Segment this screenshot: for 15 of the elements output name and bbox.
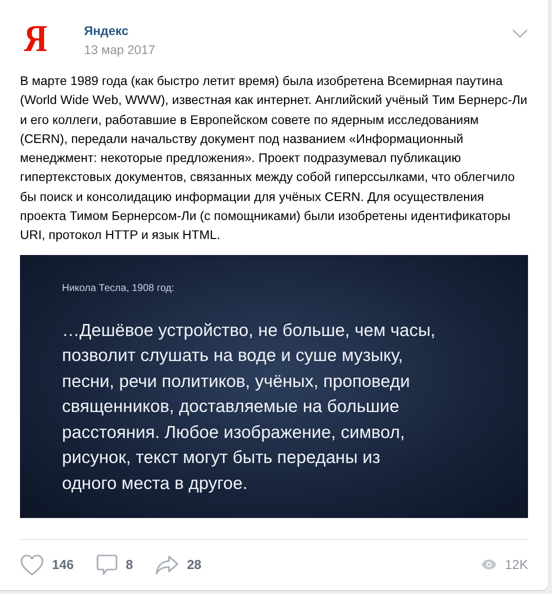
comment-button[interactable]: 8	[96, 554, 133, 576]
like-button[interactable]: 146	[20, 554, 74, 576]
heart-icon	[20, 554, 44, 576]
post-text: В марте 1989 года (как быстро летит время) была изобретена Всемирная паутина (World Wide Web, WWW), известная как интернет. Английский учёный Тим Бернерс-Ли и его коллеги, работавшие в Европейском совете по ядерным исследованиям (CERN), передали начальству документ под названием «Информационный менеджмент: некоторые предложения». Проект подразумевал публикацию гипертекстовых документов, связанных между собой гиперссылками, что облегчило бы поиск и консолидацию информации для учёных CERN. Для осуществления проекта Тимом Бернерсом-Ли (с помощниками) были изобретены идентификаторы URI, протокол HTTP и язык HTML.	[20, 73, 528, 244]
speech-bubble-icon	[96, 554, 118, 576]
share-button[interactable]: 28	[154, 554, 202, 575]
post-date[interactable]: 13 мар 2017	[84, 43, 156, 57]
eye-icon	[480, 559, 497, 570]
image-caption: Никола Тесла, 1908 год:	[62, 282, 174, 294]
share-arrow-icon	[154, 554, 179, 575]
author-link[interactable]: Яндекс	[84, 24, 156, 38]
view-count: 12K	[504, 557, 528, 572]
post-image[interactable]	[20, 254, 528, 518]
logo-icon[interactable]: Я	[24, 19, 66, 59]
quote-text: …Дешёвое устройство, не больше, чем часы, позволит слушать на воде и суше музыку, песни, речи политиков, учёных, проповеди священников, доставляемые на большие расстояния. Любое изображение, символ, рисунок, текст могут быть переданы из одного места в другое.	[62, 318, 436, 495]
